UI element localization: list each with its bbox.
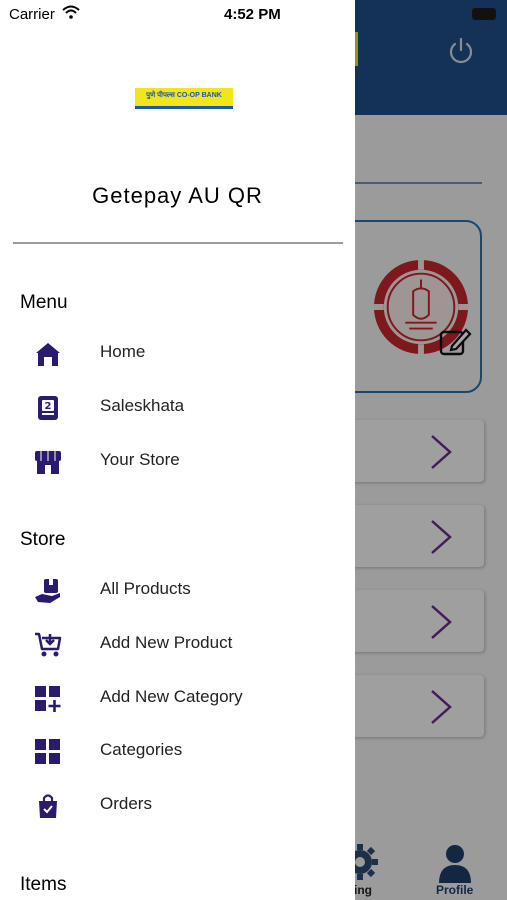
grid-add-icon (35, 686, 61, 712)
products-hand-icon (35, 579, 60, 603)
drawer-divider (13, 242, 343, 244)
menu-item-label: Orders (100, 794, 152, 813)
menu-item-categories[interactable]: Categories (0, 728, 355, 774)
wifi-icon (62, 5, 80, 19)
menu-item-label: Home (100, 342, 146, 361)
menu-item-orders[interactable]: Orders (0, 782, 355, 828)
menu-item-add-new-product[interactable]: Add New Product (0, 621, 355, 667)
grid-icon (35, 739, 60, 764)
section-title-menu: Menu (20, 292, 68, 313)
bank-logo: पुणे पीपल्स CO-OP BANK (135, 88, 233, 109)
battery-icon (472, 8, 496, 20)
carrier-label: Carrier (9, 6, 55, 23)
section-title-items: Items (20, 874, 67, 895)
menu-item-all-products[interactable]: All Products (0, 567, 355, 613)
navigation-drawer: Carrier 4:52 PM पुणे पीपल्स CO-OP BANK G… (0, 0, 355, 900)
status-time: 4:52 PM (224, 6, 281, 23)
drawer-title: Getepay AU QR (92, 183, 263, 208)
bank-logo-text: पुणे पीपल्स CO-OP BANK (146, 92, 222, 99)
store-icon (35, 451, 61, 474)
menu-item-label: Add New Category (100, 687, 243, 706)
status-bar: Carrier 4:52 PM (0, 0, 355, 30)
menu-item-add-new-category[interactable]: Add New Category (0, 675, 355, 721)
menu-item-label: Categories (100, 740, 183, 759)
svg-text:2: 2 (45, 401, 52, 412)
menu-item-saleskhata[interactable]: 2 Saleskhata (0, 384, 355, 430)
menu-item-your-store[interactable]: Your Store (0, 438, 355, 484)
saleskhata-icon: 2 (38, 396, 58, 420)
home-icon (36, 343, 60, 366)
cart-add-icon (35, 632, 62, 657)
menu-item-label: Add New Product (100, 633, 233, 652)
menu-item-label: Saleskhata (100, 396, 185, 415)
section-title-store: Store (20, 529, 66, 550)
shopping-bag-icon (39, 794, 57, 818)
menu-item-home[interactable]: Home (0, 330, 355, 376)
menu-item-label: Your Store (100, 450, 180, 469)
menu-item-label: All Products (100, 579, 191, 598)
